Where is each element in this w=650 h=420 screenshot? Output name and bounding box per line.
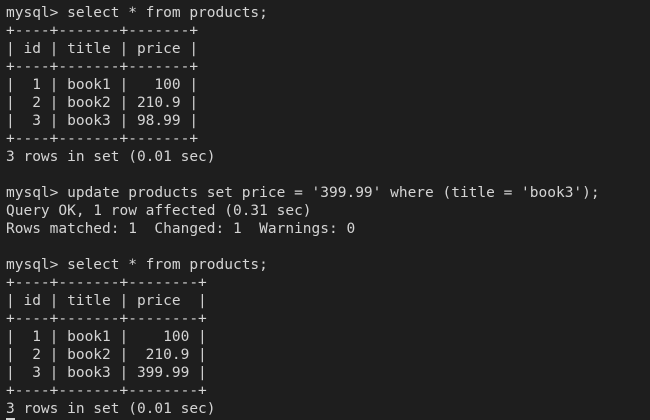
- table-border: +----+-------+--------+: [6, 311, 207, 327]
- prompt-line: mysql> update products set price = '399.…: [6, 185, 600, 201]
- table-row: | 1 | book1 | 100 |: [6, 329, 207, 345]
- prompt-line: mysql> select * from products;: [6, 257, 268, 273]
- table-row: | 2 | book2 | 210.9 |: [6, 347, 207, 363]
- query-result: Query OK, 1 row affected (0.31 sec): [6, 203, 312, 219]
- table-border: +----+-------+-------+: [6, 131, 199, 147]
- table-border: +----+-------+--------+: [6, 383, 207, 399]
- table-header: | id | title | price |: [6, 41, 199, 57]
- terminal-window[interactable]: mysql> select * from products; +----+---…: [0, 0, 650, 420]
- table-row: | 3 | book3 | 399.99 |: [6, 365, 207, 381]
- table-border: +----+-------+-------+: [6, 59, 199, 75]
- result-summary: 3 rows in set (0.01 sec): [6, 149, 216, 165]
- table-border: +----+-------+-------+: [6, 23, 199, 39]
- prompt-line: mysql> select * from products;: [6, 5, 268, 21]
- table-row: | 1 | book1 | 100 |: [6, 77, 199, 93]
- table-header: | id | title | price |: [6, 293, 207, 309]
- table-row: | 2 | book2 | 210.9 |: [6, 95, 199, 111]
- table-border: +----+-------+--------+: [6, 275, 207, 291]
- table-row: | 3 | book3 | 98.99 |: [6, 113, 199, 129]
- query-result: Rows matched: 1 Changed: 1 Warnings: 0: [6, 221, 356, 237]
- result-summary: 3 rows in set (0.01 sec): [6, 401, 216, 417]
